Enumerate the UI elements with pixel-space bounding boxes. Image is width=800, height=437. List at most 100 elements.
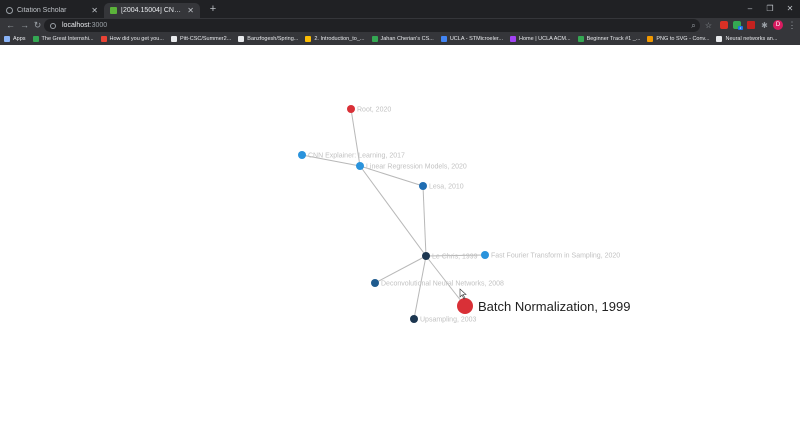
node-circle[interactable] bbox=[481, 251, 489, 259]
bookmark-favicon-icon bbox=[647, 36, 654, 42]
tab-strip: Citation Scholar ✕ [2004.15004] CNN Expl… bbox=[0, 0, 800, 18]
close-window-button[interactable]: ✕ bbox=[780, 0, 800, 18]
close-tab-icon[interactable]: ✕ bbox=[91, 6, 98, 15]
bookmark-label: How did you get you... bbox=[109, 36, 164, 42]
paper-node[interactable]: Linear Regression Models, 2020 bbox=[356, 162, 467, 171]
bookmark-favicon-icon bbox=[32, 36, 39, 42]
graph-edges bbox=[301, 108, 486, 320]
bookmark-label: Neural networks an... bbox=[725, 36, 778, 42]
bookmark-favicon-icon bbox=[305, 36, 312, 42]
bookmark-item[interactable]: Neural networks an... bbox=[716, 36, 777, 42]
node-circle[interactable] bbox=[347, 105, 355, 113]
arxiv-favicon-icon bbox=[110, 7, 117, 14]
new-tab-button[interactable]: + bbox=[206, 2, 220, 16]
url-port: :3000 bbox=[89, 22, 108, 29]
bookmark-favicon-icon bbox=[238, 36, 245, 42]
extensions-icon[interactable]: ✱ bbox=[759, 20, 770, 31]
bookmark-favicon-icon bbox=[371, 36, 378, 42]
bookmark-item[interactable]: Home | UCLA ACM... bbox=[510, 36, 571, 42]
bookmark-item[interactable]: Pitt-CSC/Summer2... bbox=[170, 36, 232, 42]
citation-graph[interactable]: Root, 2020 CNN Explainer: Learning, 2017 L… bbox=[0, 45, 800, 437]
node-circle[interactable] bbox=[410, 315, 418, 323]
profile-avatar[interactable]: D bbox=[773, 20, 783, 30]
focus-node-label[interactable]: Batch Normalization, 1999 bbox=[478, 299, 630, 314]
bookmark-item[interactable]: Beginner Track #1 _... bbox=[577, 36, 641, 42]
tab-cnn-explainer[interactable]: [2004.15004] CNN Explainer: Lea... ✕ bbox=[104, 3, 200, 18]
bookmark-item[interactable]: 2. Introduction_to_... bbox=[305, 36, 365, 42]
bookmark-label: Beginner Track #1 _... bbox=[586, 36, 641, 42]
node-label[interactable]: Fast Fourier Transform in Sampling, 2020 bbox=[491, 253, 620, 260]
bookmark-favicon-icon bbox=[510, 36, 517, 42]
star-icon[interactable]: ☆ bbox=[703, 20, 714, 31]
restore-button[interactable]: ❐ bbox=[760, 0, 780, 18]
bookmarks-bar: Apps The Great Internshi... How did you ge… bbox=[0, 33, 800, 45]
tab-title: [2004.15004] CNN Explainer: Lea... bbox=[121, 7, 184, 14]
back-icon[interactable]: ← bbox=[4, 19, 17, 32]
address-bar[interactable]: localhost:3000 bbox=[44, 19, 700, 32]
bookmark-item[interactable]: How did you get you... bbox=[100, 36, 164, 42]
bookmark-favicon-icon bbox=[577, 36, 584, 42]
paper-node[interactable]: Fast Fourier Transform in Sampling, 2020 bbox=[481, 251, 620, 260]
bookmark-item[interactable]: Apps bbox=[4, 36, 26, 42]
bookmark-item[interactable]: UCLA - STMicroeler... bbox=[440, 36, 504, 42]
zoom-icon[interactable]: ⌕ bbox=[688, 20, 699, 31]
citation-edge bbox=[359, 165, 427, 257]
graph-nodes: Root, 2020 CNN Explainer: Learning, 2017 L… bbox=[298, 105, 630, 324]
bookmark-favicon-icon bbox=[100, 36, 107, 42]
citation-edge bbox=[374, 255, 427, 284]
node-circle[interactable] bbox=[298, 151, 306, 159]
node-circle[interactable] bbox=[356, 162, 364, 170]
bookmark-favicon-icon bbox=[716, 36, 723, 42]
citation-graph-viewport[interactable]: Root, 2020 CNN Explainer: Learning, 2017 L… bbox=[0, 45, 800, 437]
bookmark-item[interactable]: PNG to SVG - Conv... bbox=[647, 36, 709, 42]
node-circle[interactable] bbox=[371, 279, 379, 287]
node-label[interactable]: Root, 2020 bbox=[357, 107, 391, 114]
bookmark-label: UCLA - STMicroeler... bbox=[449, 36, 504, 42]
bookmark-item[interactable]: Jahan Cherian's CS... bbox=[371, 36, 434, 42]
extension-red-icon[interactable] bbox=[720, 21, 728, 29]
globe-icon bbox=[6, 7, 13, 14]
paper-node[interactable]: Root, 2020 bbox=[347, 105, 391, 114]
bookmark-item[interactable]: The Great Internshi... bbox=[32, 36, 94, 42]
minimize-button[interactable]: – bbox=[740, 0, 760, 18]
bookmark-label: Home | UCLA ACM... bbox=[519, 36, 571, 42]
paper-node[interactable]: Deconvolutional Neural Networks, 2008 bbox=[371, 279, 504, 288]
tab-title: Citation Scholar bbox=[17, 7, 67, 14]
node-circle[interactable] bbox=[419, 182, 427, 190]
info-icon[interactable] bbox=[50, 22, 56, 29]
focus-node-circle[interactable] bbox=[457, 298, 473, 314]
url-host: localhost bbox=[62, 22, 90, 29]
citation-edge bbox=[422, 185, 427, 257]
node-label[interactable]: Le Chris, 1999 bbox=[432, 254, 478, 261]
node-label[interactable]: Lesa, 2010 bbox=[429, 184, 464, 191]
bookmark-item[interactable]: Banzfogesh/Spring... bbox=[238, 36, 298, 42]
paper-node[interactable]: Lesa, 2010 bbox=[419, 182, 464, 191]
reload-icon[interactable]: ↻ bbox=[31, 19, 44, 32]
bookmark-label: Jahan Cherian's CS... bbox=[380, 36, 434, 42]
bookmark-favicon-icon bbox=[170, 36, 177, 42]
bookmark-label: PNG to SVG - Conv... bbox=[656, 36, 710, 42]
paper-node[interactable]: Upsampling, 2003 bbox=[410, 315, 477, 324]
extension-grid-icon[interactable] bbox=[747, 21, 755, 29]
mouse-cursor-icon bbox=[459, 288, 467, 300]
node-label[interactable]: CNN Explainer: Learning, 2017 bbox=[308, 153, 405, 160]
bookmark-favicon-icon bbox=[440, 36, 447, 42]
menu-icon[interactable]: ⋮ bbox=[787, 19, 797, 32]
focus-paper-node[interactable]: Batch Normalization, 1999 bbox=[457, 298, 630, 314]
node-label[interactable]: Linear Regression Models, 2020 bbox=[366, 164, 467, 171]
close-tab-icon[interactable]: ✕ bbox=[187, 6, 194, 15]
bookmark-label: The Great Internshi... bbox=[41, 36, 94, 42]
paper-node[interactable]: CNN Explainer: Learning, 2017 bbox=[298, 151, 405, 160]
forward-icon[interactable]: → bbox=[18, 19, 31, 32]
browser-toolbar: ← → ↻ localhost:3000 ⌕ ☆ 2 ✱ D ⋮ bbox=[0, 18, 800, 33]
node-circle[interactable] bbox=[422, 252, 430, 260]
apps-grid-icon bbox=[4, 36, 10, 42]
tab-citation-scholar[interactable]: Citation Scholar ✕ bbox=[0, 3, 104, 18]
extension-badge: 2 bbox=[738, 26, 743, 30]
bookmark-label: Apps bbox=[13, 36, 26, 42]
node-label[interactable]: Upsampling, 2003 bbox=[420, 317, 477, 324]
citation-edge bbox=[413, 255, 427, 320]
node-label[interactable]: Deconvolutional Neural Networks, 2008 bbox=[381, 281, 504, 288]
bookmark-label: Banzfogesh/Spring... bbox=[247, 36, 299, 42]
bookmark-label: Pitt-CSC/Summer2... bbox=[179, 36, 232, 42]
